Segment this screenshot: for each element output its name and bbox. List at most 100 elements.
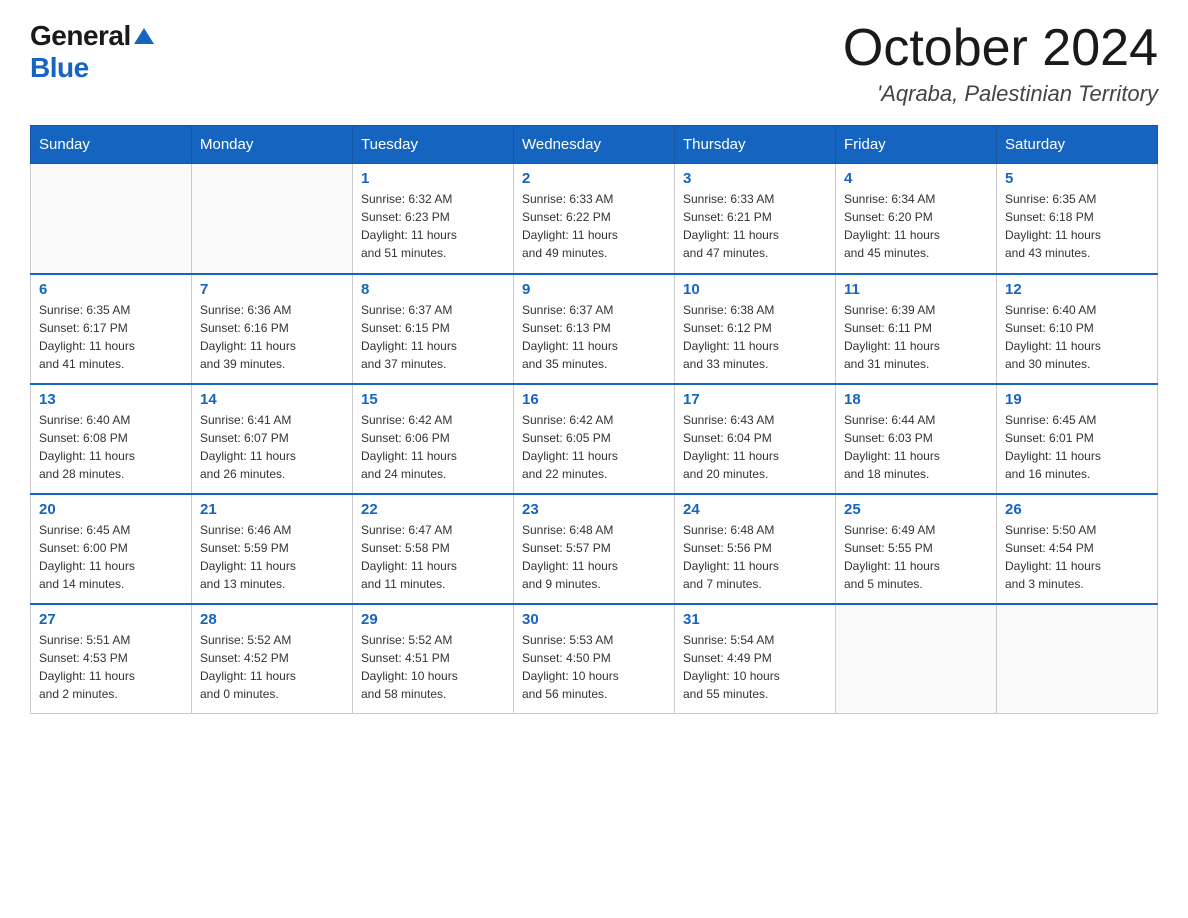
- day-info: Sunrise: 6:44 AMSunset: 6:03 PMDaylight:…: [844, 411, 988, 483]
- day-number: 3: [683, 170, 827, 187]
- calendar-week-row: 6 Sunrise: 6:35 AMSunset: 6:17 PMDaylight…: [31, 274, 1158, 384]
- day-info: Sunrise: 6:41 AMSunset: 6:07 PMDaylight:…: [200, 411, 344, 483]
- calendar-cell: 18 Sunrise: 6:44 AMSunset: 6:03 PMDayligh…: [836, 384, 997, 494]
- day-info: Sunrise: 6:47 AMSunset: 5:58 PMDaylight:…: [361, 521, 505, 593]
- calendar-header-saturday: Saturday: [997, 126, 1158, 164]
- day-info: Sunrise: 6:42 AMSunset: 6:06 PMDaylight:…: [361, 411, 505, 483]
- logo-blue-text: Blue: [30, 52, 89, 84]
- day-info: Sunrise: 6:32 AMSunset: 6:23 PMDaylight:…: [361, 190, 505, 262]
- calendar-week-row: 27 Sunrise: 5:51 AMSunset: 4:53 PMDayligh…: [31, 604, 1158, 714]
- title-block: October 2024 'Aqraba, Palestinian Territ…: [843, 20, 1158, 107]
- day-number: 23: [522, 501, 666, 518]
- calendar-cell: 16 Sunrise: 6:42 AMSunset: 6:05 PMDayligh…: [514, 384, 675, 494]
- day-info: Sunrise: 5:52 AMSunset: 4:51 PMDaylight:…: [361, 631, 505, 703]
- calendar-cell: [997, 604, 1158, 714]
- month-title: October 2024: [843, 20, 1158, 77]
- day-info: Sunrise: 6:40 AMSunset: 6:10 PMDaylight:…: [1005, 301, 1149, 373]
- day-info: Sunrise: 6:34 AMSunset: 6:20 PMDaylight:…: [844, 190, 988, 262]
- day-number: 2: [522, 170, 666, 187]
- day-info: Sunrise: 5:50 AMSunset: 4:54 PMDaylight:…: [1005, 521, 1149, 593]
- calendar-header-friday: Friday: [836, 126, 997, 164]
- day-number: 25: [844, 501, 988, 518]
- day-number: 4: [844, 170, 988, 187]
- calendar-cell: 30 Sunrise: 5:53 AMSunset: 4:50 PMDayligh…: [514, 604, 675, 714]
- day-info: Sunrise: 5:53 AMSunset: 4:50 PMDaylight:…: [522, 631, 666, 703]
- day-info: Sunrise: 6:46 AMSunset: 5:59 PMDaylight:…: [200, 521, 344, 593]
- day-number: 16: [522, 391, 666, 408]
- calendar-cell: 1 Sunrise: 6:32 AMSunset: 6:23 PMDaylight…: [353, 164, 514, 274]
- day-info: Sunrise: 6:45 AMSunset: 6:00 PMDaylight:…: [39, 521, 183, 593]
- logo-general-text: General: [30, 20, 131, 52]
- day-number: 7: [200, 281, 344, 298]
- calendar-cell: 21 Sunrise: 6:46 AMSunset: 5:59 PMDayligh…: [192, 494, 353, 604]
- calendar-cell: 23 Sunrise: 6:48 AMSunset: 5:57 PMDayligh…: [514, 494, 675, 604]
- day-info: Sunrise: 5:54 AMSunset: 4:49 PMDaylight:…: [683, 631, 827, 703]
- day-info: Sunrise: 6:37 AMSunset: 6:15 PMDaylight:…: [361, 301, 505, 373]
- calendar-cell: 11 Sunrise: 6:39 AMSunset: 6:11 PMDayligh…: [836, 274, 997, 384]
- calendar-cell: 19 Sunrise: 6:45 AMSunset: 6:01 PMDayligh…: [997, 384, 1158, 494]
- day-number: 19: [1005, 391, 1149, 408]
- calendar-cell: 22Sunrise: 6:47 AMSunset: 5:58 PMDayligh…: [353, 494, 514, 604]
- day-number: 18: [844, 391, 988, 408]
- day-info: Sunrise: 6:37 AMSunset: 6:13 PMDaylight:…: [522, 301, 666, 373]
- day-number: 27: [39, 611, 183, 628]
- day-number: 30: [522, 611, 666, 628]
- day-info: Sunrise: 6:45 AMSunset: 6:01 PMDaylight:…: [1005, 411, 1149, 483]
- day-info: Sunrise: 6:35 AMSunset: 6:18 PMDaylight:…: [1005, 190, 1149, 262]
- day-info: Sunrise: 6:42 AMSunset: 6:05 PMDaylight:…: [522, 411, 666, 483]
- calendar-header-thursday: Thursday: [675, 126, 836, 164]
- calendar-cell: [836, 604, 997, 714]
- calendar-cell: 27 Sunrise: 5:51 AMSunset: 4:53 PMDayligh…: [31, 604, 192, 714]
- day-number: 1: [361, 170, 505, 187]
- day-number: 12: [1005, 281, 1149, 298]
- day-info: Sunrise: 6:38 AMSunset: 6:12 PMDaylight:…: [683, 301, 827, 373]
- day-number: 9: [522, 281, 666, 298]
- day-info: Sunrise: 6:39 AMSunset: 6:11 PMDaylight:…: [844, 301, 988, 373]
- calendar-cell: 9 Sunrise: 6:37 AMSunset: 6:13 PMDaylight…: [514, 274, 675, 384]
- day-info: Sunrise: 5:52 AMSunset: 4:52 PMDaylight:…: [200, 631, 344, 703]
- calendar-cell: 3Sunrise: 6:33 AMSunset: 6:21 PMDaylight…: [675, 164, 836, 274]
- day-number: 17: [683, 391, 827, 408]
- calendar-header-monday: Monday: [192, 126, 353, 164]
- day-number: 20: [39, 501, 183, 518]
- calendar-table: SundayMondayTuesdayWednesdayThursdayFrid…: [30, 125, 1158, 714]
- location-title: 'Aqraba, Palestinian Territory: [843, 81, 1158, 107]
- day-number: 13: [39, 391, 183, 408]
- calendar-cell: 4 Sunrise: 6:34 AMSunset: 6:20 PMDaylight…: [836, 164, 997, 274]
- day-info: Sunrise: 6:43 AMSunset: 6:04 PMDaylight:…: [683, 411, 827, 483]
- calendar-cell: 13Sunrise: 6:40 AMSunset: 6:08 PMDayligh…: [31, 384, 192, 494]
- calendar-cell: 2 Sunrise: 6:33 AMSunset: 6:22 PMDaylight…: [514, 164, 675, 274]
- day-info: Sunrise: 6:35 AMSunset: 6:17 PMDaylight:…: [39, 301, 183, 373]
- calendar-week-row: 20 Sunrise: 6:45 AMSunset: 6:00 PMDayligh…: [31, 494, 1158, 604]
- day-info: Sunrise: 5:51 AMSunset: 4:53 PMDaylight:…: [39, 631, 183, 703]
- calendar-cell: 12 Sunrise: 6:40 AMSunset: 6:10 PMDayligh…: [997, 274, 1158, 384]
- logo: General Blue: [30, 20, 154, 84]
- calendar-header-row: SundayMondayTuesdayWednesdayThursdayFrid…: [31, 126, 1158, 164]
- day-info: Sunrise: 6:49 AMSunset: 5:55 PMDaylight:…: [844, 521, 988, 593]
- day-info: Sunrise: 6:48 AMSunset: 5:56 PMDaylight:…: [683, 521, 827, 593]
- day-info: Sunrise: 6:33 AMSunset: 6:22 PMDaylight:…: [522, 190, 666, 262]
- day-number: 21: [200, 501, 344, 518]
- logo-triangle-icon: [134, 28, 154, 44]
- day-number: 29: [361, 611, 505, 628]
- calendar-cell: [192, 164, 353, 274]
- calendar-cell: 24 Sunrise: 6:48 AMSunset: 5:56 PMDayligh…: [675, 494, 836, 604]
- calendar-cell: 5Sunrise: 6:35 AMSunset: 6:18 PMDaylight…: [997, 164, 1158, 274]
- day-number: 15: [361, 391, 505, 408]
- calendar-week-row: 1 Sunrise: 6:32 AMSunset: 6:23 PMDaylight…: [31, 164, 1158, 274]
- calendar-cell: 20 Sunrise: 6:45 AMSunset: 6:00 PMDayligh…: [31, 494, 192, 604]
- day-number: 10: [683, 281, 827, 298]
- day-number: 24: [683, 501, 827, 518]
- calendar-cell: 15 Sunrise: 6:42 AMSunset: 6:06 PMDayligh…: [353, 384, 514, 494]
- day-number: 14: [200, 391, 344, 408]
- calendar-cell: 17 Sunrise: 6:43 AMSunset: 6:04 PMDayligh…: [675, 384, 836, 494]
- calendar-cell: 26Sunrise: 5:50 AMSunset: 4:54 PMDayligh…: [997, 494, 1158, 604]
- calendar-cell: 31Sunrise: 5:54 AMSunset: 4:49 PMDayligh…: [675, 604, 836, 714]
- day-info: Sunrise: 6:48 AMSunset: 5:57 PMDaylight:…: [522, 521, 666, 593]
- page-header: General Blue October 2024 'Aqraba, Pales…: [30, 20, 1158, 107]
- day-number: 11: [844, 281, 988, 298]
- day-number: 28: [200, 611, 344, 628]
- calendar-header-sunday: Sunday: [31, 126, 192, 164]
- day-info: Sunrise: 6:36 AMSunset: 6:16 PMDaylight:…: [200, 301, 344, 373]
- day-number: 6: [39, 281, 183, 298]
